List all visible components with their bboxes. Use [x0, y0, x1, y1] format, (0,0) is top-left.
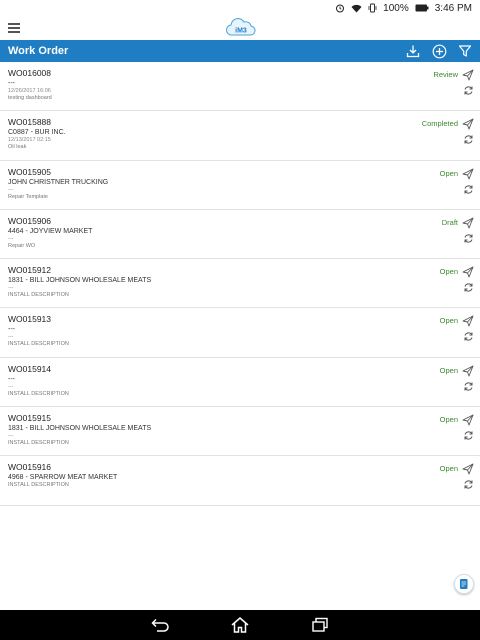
work-order-customer: 4968 - SPARROW MEAT MARKET: [8, 474, 118, 482]
home-icon[interactable]: [228, 615, 252, 635]
status-badge: Open: [439, 168, 458, 178]
work-order-row[interactable]: WO015888 C0887 - BUR INC. 12/13/2017 02:…: [0, 111, 480, 161]
work-order-date: ---: [8, 235, 14, 242]
work-order-row[interactable]: WO015916 4968 - SPARROW MEAT MARKET INST…: [0, 456, 480, 506]
work-order-row[interactable]: WO015913 --- --- INSTALL DESCRIPTION Ope…: [0, 308, 480, 358]
vibrate-icon: [368, 3, 377, 13]
send-icon[interactable]: [462, 314, 474, 327]
sync-icon[interactable]: [463, 428, 474, 440]
work-order-description: Repair Template: [8, 193, 48, 200]
recent-apps-icon[interactable]: [308, 615, 332, 635]
work-order-row[interactable]: WO016008 --- 12/26/2017 16:06 testing da…: [0, 62, 480, 112]
status-badge: Open: [439, 267, 458, 277]
work-order-customer: C0887 - BUR INC.: [8, 129, 66, 137]
send-icon[interactable]: [462, 364, 474, 377]
work-order-id: WO015888: [8, 117, 51, 128]
sync-icon[interactable]: [463, 132, 474, 144]
wifi-icon: [351, 4, 362, 13]
work-order-date: 12/13/2017 02:15: [8, 137, 51, 144]
work-order-description: INSTALL DESCRIPTION: [8, 440, 69, 447]
work-order-date: ---: [8, 285, 14, 292]
work-order-row[interactable]: WO015905 JOHN CHRISTNER TRUCKING --- Rep…: [0, 161, 480, 210]
back-icon[interactable]: [148, 615, 172, 635]
work-order-description: INSTALL DESCRIPTION: [8, 341, 69, 348]
page-title: Work Order: [8, 45, 69, 57]
clock: 3:46 PM: [434, 2, 472, 14]
status-badge: Open: [439, 316, 458, 326]
send-icon[interactable]: [462, 216, 474, 229]
work-order-customer: ---: [8, 80, 15, 87]
work-order-description: INSTALL DESCRIPTION: [8, 482, 69, 489]
sync-icon[interactable]: [463, 379, 474, 391]
work-order-customer: JOHN CHRISTNER TRUCKING: [8, 178, 109, 186]
work-order-row[interactable]: WO015906 4464 - JOYVIEW MARKET --- Repai…: [0, 210, 480, 260]
work-order-list: WO016008 --- 12/26/2017 16:06 testing da…: [0, 62, 480, 506]
work-order-date: ---: [8, 334, 14, 341]
work-order-id: WO015905: [8, 166, 51, 177]
work-order-id: WO015913: [8, 314, 51, 325]
work-order-customer: 1831 - BILL JOHNSON WHOLESALE MEATS: [8, 277, 152, 285]
sync-icon[interactable]: [463, 280, 474, 292]
work-order-date: ---: [8, 433, 14, 440]
send-icon[interactable]: [462, 462, 474, 475]
send-icon[interactable]: [462, 167, 474, 180]
filter-icon[interactable]: [456, 42, 474, 60]
work-order-id: WO015906: [8, 215, 51, 226]
work-order-description: INSTALL DESCRIPTION: [8, 390, 69, 397]
sync-icon[interactable]: [463, 477, 474, 489]
send-icon[interactable]: [462, 68, 474, 81]
battery-level: 100%: [383, 2, 409, 14]
work-order-id: WO015916: [8, 462, 51, 473]
work-order-customer: 1831 - BILL JOHNSON WHOLESALE MEATS: [8, 425, 152, 433]
status-badge: Review: [433, 70, 458, 79]
status-badge: Open: [439, 365, 458, 375]
status-badge: Open: [439, 464, 458, 474]
battery-icon: [415, 4, 429, 12]
work-order-description: INSTALL DESCRIPTION: [8, 292, 69, 299]
work-order-customer: ---: [8, 375, 15, 383]
svg-text:iM3: iM3: [235, 28, 247, 35]
send-icon[interactable]: [462, 413, 474, 426]
work-order-customer: 4464 - JOYVIEW MARKET: [8, 227, 93, 235]
sync-icon[interactable]: [463, 231, 474, 243]
document-fab-button[interactable]: [454, 574, 474, 594]
work-order-description: Repair WO: [8, 242, 36, 249]
work-order-date: 12/26/2017 16:06: [8, 88, 51, 94]
app-bar: iM3: [0, 16, 480, 40]
work-order-date: ---: [8, 383, 14, 390]
sync-icon[interactable]: [463, 329, 474, 342]
work-order-id: WO015915: [8, 413, 51, 424]
work-order-row[interactable]: WO015912 1831 - BILL JOHNSON WHOLESALE M…: [0, 259, 480, 309]
work-order-row[interactable]: WO015915 1831 - BILL JOHNSON WHOLESALE M…: [0, 407, 480, 457]
work-order-customer: ---: [8, 326, 15, 334]
work-order-description: testing dashboard: [8, 95, 52, 101]
alarm-icon: [335, 3, 345, 13]
title-bar: Work Order: [0, 40, 480, 62]
sync-icon[interactable]: [463, 83, 474, 95]
status-bar: 100% 3:46 PM: [0, 0, 480, 16]
sync-icon[interactable]: [463, 182, 474, 194]
send-icon[interactable]: [462, 265, 474, 278]
work-order-id: WO016008: [8, 68, 51, 78]
app-logo: iM3: [225, 17, 257, 37]
work-order-date: ---: [8, 186, 14, 193]
work-order-id: WO015914: [8, 363, 51, 374]
add-circle-icon[interactable]: [430, 42, 448, 60]
download-icon[interactable]: [404, 42, 422, 60]
work-order-id: WO015912: [8, 265, 51, 276]
send-icon[interactable]: [462, 117, 474, 130]
work-order-row[interactable]: WO015914 --- --- INSTALL DESCRIPTION Ope…: [0, 358, 480, 408]
status-badge: Draft: [441, 217, 458, 227]
status-badge: Completed: [421, 119, 458, 129]
document-icon: [460, 579, 468, 589]
status-badge: Open: [439, 415, 458, 425]
hamburger-icon[interactable]: [8, 23, 20, 33]
system-nav-bar: [0, 610, 480, 640]
work-order-description: Oil leak: [8, 144, 27, 151]
